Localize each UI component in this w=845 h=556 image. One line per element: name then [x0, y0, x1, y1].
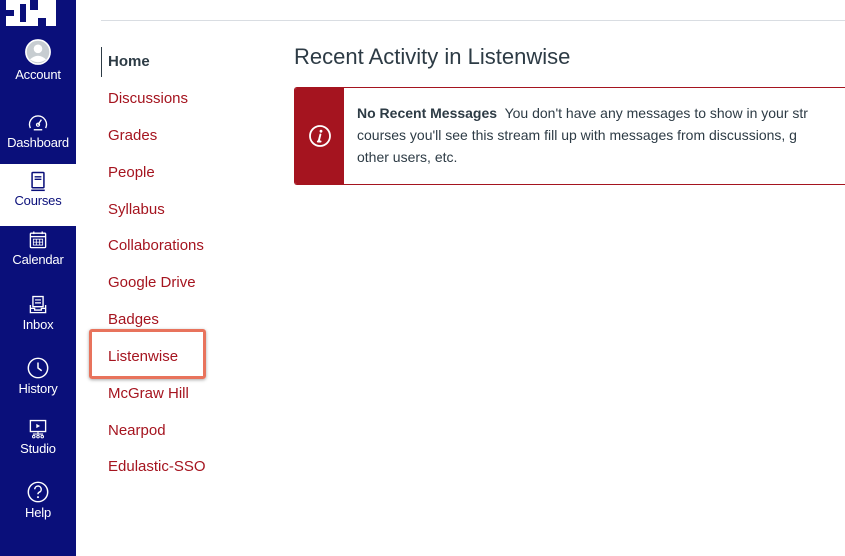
- page-title: Recent Activity in Listenwise: [294, 44, 571, 69]
- alert-heading: No Recent Messages: [357, 105, 498, 121]
- nav-inbox[interactable]: Inbox: [0, 294, 76, 352]
- nav-calendar[interactable]: Calendar: [0, 229, 76, 287]
- institution-logo[interactable]: [0, 0, 76, 26]
- course-nav-grades[interactable]: Grades: [101, 121, 157, 151]
- global-navigation: Account Dashboard Courses Calendar Inbox…: [0, 0, 76, 556]
- course-nav-syllabus[interactable]: Syllabus: [101, 195, 165, 225]
- course-nav-nearpod[interactable]: Nearpod: [101, 416, 166, 446]
- nav-account[interactable]: Account: [0, 38, 76, 96]
- course-nav-home[interactable]: Home: [101, 47, 150, 77]
- nav-label-inbox: Inbox: [22, 317, 54, 332]
- nav-dashboard[interactable]: Dashboard: [0, 112, 76, 170]
- nav-label-studio: Studio: [20, 441, 56, 456]
- no-messages-alert: No Recent Messages You don't have any me…: [294, 87, 845, 185]
- alert-line-1: You don't have any messages to show in y…: [504, 105, 808, 121]
- course-nav-mcgraw-hill[interactable]: McGraw Hill: [101, 379, 189, 409]
- info-icon: [309, 125, 331, 147]
- alert-line-3: other users, etc.: [357, 149, 458, 165]
- nav-label-help: Help: [25, 505, 51, 520]
- nav-help[interactable]: Help: [0, 480, 76, 538]
- course-nav-edulastic-sso[interactable]: Edulastic-SSO: [101, 452, 206, 482]
- course-nav-discussions[interactable]: Discussions: [101, 84, 188, 114]
- course-nav-google-drive[interactable]: Google Drive: [101, 268, 196, 298]
- alert-message: No Recent Messages You don't have any me…: [357, 102, 845, 168]
- courses-icon: [31, 171, 45, 192]
- nav-label-history: History: [18, 381, 58, 396]
- account-icon: [25, 39, 51, 65]
- calendar-icon: [29, 231, 47, 249]
- studio-icon: [29, 419, 47, 439]
- listenwise-highlight-box: [89, 329, 206, 379]
- header-divider: [101, 20, 845, 21]
- dashboard-icon: [28, 115, 48, 131]
- nav-history[interactable]: History: [0, 356, 76, 414]
- alert-icon-bar: [295, 88, 344, 184]
- nav-label-calendar: Calendar: [12, 252, 64, 267]
- nav-courses[interactable]: Courses: [0, 164, 76, 226]
- inbox-icon: [29, 295, 47, 314]
- course-nav-collaborations[interactable]: Collaborations: [101, 231, 204, 261]
- nav-label-courses: Courses: [14, 193, 62, 208]
- nav-label-dashboard: Dashboard: [7, 135, 69, 150]
- nav-studio[interactable]: Studio: [0, 418, 76, 476]
- alert-line-2: courses you'll see this stream fill up w…: [357, 127, 797, 143]
- help-icon: [27, 481, 49, 503]
- history-icon: [27, 357, 49, 379]
- nav-label-account: Account: [15, 67, 61, 82]
- course-nav-people[interactable]: People: [101, 158, 155, 188]
